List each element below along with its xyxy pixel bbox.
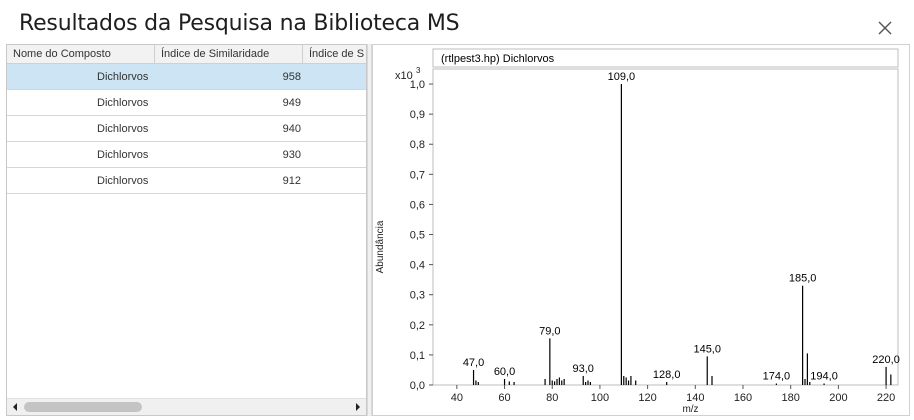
x-tick-label: 120 bbox=[638, 392, 656, 404]
mass-spectrum-chart: (rtlpest3.hp) Dichlorvosx10 30,00,10,20,3… bbox=[375, 48, 900, 415]
y-tick-label: 0,0 bbox=[410, 380, 425, 392]
peak-label: 145,0 bbox=[693, 343, 721, 355]
column-header-compound-name[interactable]: Nome do Composto bbox=[7, 45, 155, 64]
peak-label: 60,0 bbox=[494, 366, 515, 378]
results-grid: Nome do Composto Índice de Similaridade … bbox=[6, 44, 367, 416]
y-tick-label: 0,3 bbox=[410, 290, 425, 302]
chart-title: (rtlpest3.hp) Dichlorvos bbox=[441, 53, 555, 65]
compound-name-text: Dichlorvos bbox=[97, 123, 149, 135]
cell-compound-name: Dichlorvos bbox=[7, 90, 155, 116]
cell-compound-name: Dichlorvos bbox=[7, 168, 155, 194]
scroll-right-button[interactable] bbox=[349, 399, 366, 415]
y-tick-label: 0,8 bbox=[410, 139, 425, 151]
cell-similarity-index: 949 bbox=[282, 97, 301, 109]
cell-similarity-index: 958 bbox=[282, 71, 301, 83]
cell-compound-name: Dichlorvos bbox=[7, 116, 155, 142]
cell-similarity-index: 940 bbox=[282, 123, 301, 135]
cell-compound-name: Dichlorvos bbox=[7, 64, 155, 90]
peak-label: 109,0 bbox=[608, 71, 636, 83]
plot-area bbox=[432, 68, 899, 386]
table-row[interactable]: Dichlorvos 958 bbox=[7, 64, 366, 90]
y-tick-label: 0,1 bbox=[410, 350, 425, 362]
y-tick-label: 1,0 bbox=[410, 79, 425, 91]
y-axis-label: Abundância bbox=[375, 220, 386, 273]
title-bar: Resultados da Pesquisa na Biblioteca MS bbox=[0, 0, 914, 44]
x-tick-label: 60 bbox=[498, 392, 510, 404]
x-axis-label: m/z bbox=[682, 404, 698, 415]
x-tick-label: 220 bbox=[877, 392, 895, 404]
y-tick-label: 0,5 bbox=[410, 230, 425, 242]
x-tick-label: 100 bbox=[591, 392, 609, 404]
scroll-thumb[interactable] bbox=[24, 402, 142, 412]
peak-label: 93,0 bbox=[573, 363, 594, 375]
x-tick-label: 160 bbox=[734, 392, 752, 404]
chevron-left-icon bbox=[13, 403, 17, 411]
peak-label: 220,0 bbox=[872, 354, 900, 366]
cell-similarity-index: 912 bbox=[282, 175, 301, 187]
peak-label: 79,0 bbox=[539, 325, 560, 337]
peak-label: 185,0 bbox=[789, 273, 817, 285]
x-tick-label: 140 bbox=[686, 392, 704, 404]
window-title: Resultados da Pesquisa na Biblioteca MS bbox=[19, 11, 460, 36]
cell-compound-name: Dichlorvos bbox=[7, 142, 155, 168]
y-tick-label: 0,9 bbox=[410, 109, 425, 121]
x-tick-label: 40 bbox=[451, 392, 463, 404]
scroll-left-button[interactable] bbox=[7, 399, 24, 415]
grid-body: Dichlorvos 958 Dichlorvos 949 Dichlorvos 940 D… bbox=[7, 64, 366, 194]
y-tick-label: 0,7 bbox=[410, 169, 425, 181]
column-header-similarity-index[interactable]: Índice de Similaridade bbox=[155, 45, 303, 64]
table-row[interactable]: Dichlorvos 912 bbox=[7, 168, 366, 194]
y-tick-label: 0,6 bbox=[410, 199, 425, 211]
cell-similarity-index: 930 bbox=[282, 149, 301, 161]
spectrum-panel: (rtlpest3.hp) Dichlorvos x10 3 0,0 0,1 0,2 0,3… bbox=[372, 44, 910, 416]
table-row[interactable]: Dichlorvos 940 bbox=[7, 116, 366, 142]
close-button[interactable] bbox=[874, 17, 896, 39]
y-exponent: 3 bbox=[416, 66, 421, 75]
close-icon bbox=[878, 21, 892, 35]
peak-label: 194,0 bbox=[810, 370, 838, 382]
peak-label: 174,0 bbox=[763, 370, 791, 382]
table-row[interactable]: Dichlorvos 930 bbox=[7, 142, 366, 168]
y-tick-label: 0,4 bbox=[410, 260, 425, 272]
y-tick-label: 0,2 bbox=[410, 320, 425, 332]
x-tick-label: 180 bbox=[782, 392, 800, 404]
compound-name-text: Dichlorvos bbox=[97, 175, 149, 187]
x-tick-label: 200 bbox=[829, 392, 847, 404]
grid-header: Nome do Composto Índice de Similaridade … bbox=[7, 45, 366, 64]
horizontal-scrollbar[interactable] bbox=[7, 398, 366, 415]
compound-name-text: Dichlorvos bbox=[97, 149, 149, 161]
table-row[interactable]: Dichlorvos 949 bbox=[7, 90, 366, 116]
compound-name-text: Dichlorvos bbox=[97, 97, 149, 109]
peak-label: 128,0 bbox=[653, 369, 681, 381]
compound-name-text: Dichlorvos bbox=[97, 71, 149, 83]
column-header-index-partial[interactable]: Índice de S bbox=[303, 45, 366, 64]
peak-label: 47,0 bbox=[463, 357, 484, 369]
chevron-right-icon bbox=[356, 403, 360, 411]
x-tick-label: 80 bbox=[546, 392, 558, 404]
